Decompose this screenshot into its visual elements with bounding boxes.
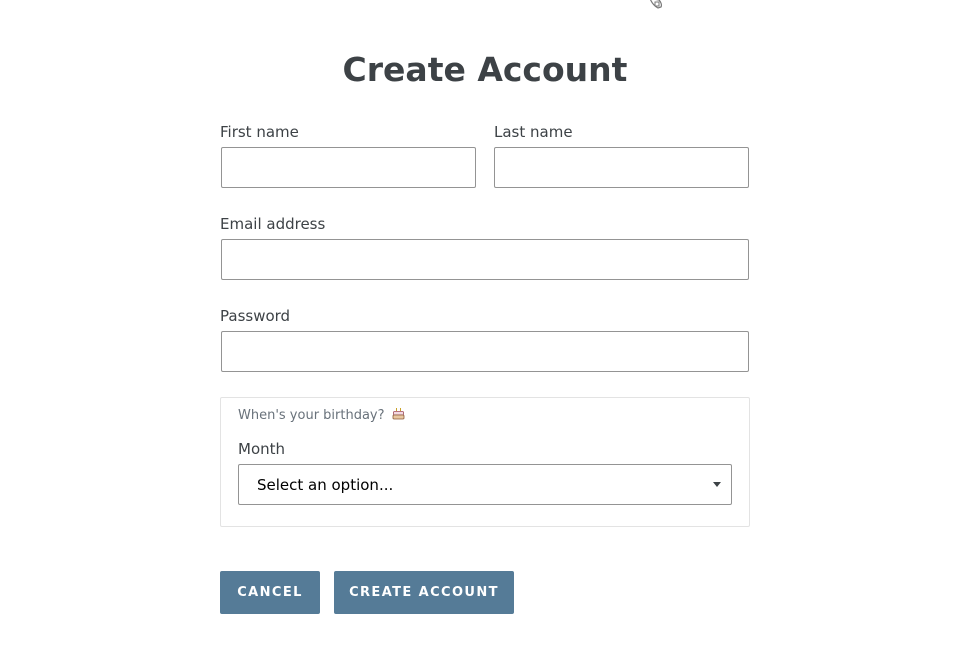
last-name-label: Last name [494, 123, 573, 141]
month-select-value: Select an option... [257, 476, 394, 494]
birthday-legend-text: When's your birthday? [238, 408, 385, 423]
password-label: Password [220, 307, 291, 325]
birthday-cake-icon [392, 408, 405, 420]
email-label: Email address [220, 215, 326, 233]
birthday-fieldset: When's your birthday? Month Select an op… [220, 397, 750, 527]
page-title: Create Account [342, 50, 628, 89]
email-input[interactable] [221, 239, 749, 280]
month-select[interactable]: Select an option... [238, 464, 732, 505]
create-account-button[interactable]: CREATE ACCOUNT [334, 571, 514, 614]
first-name-label: First name [220, 123, 299, 141]
first-name-input[interactable] [221, 147, 476, 188]
chevron-down-icon [713, 482, 721, 487]
last-name-input[interactable] [494, 147, 749, 188]
cursor-hand-icon [649, 0, 662, 9]
password-input[interactable] [221, 331, 749, 372]
birthday-legend: When's your birthday? [238, 407, 405, 425]
month-label: Month [238, 440, 286, 458]
cancel-button[interactable]: CANCEL [220, 571, 320, 614]
